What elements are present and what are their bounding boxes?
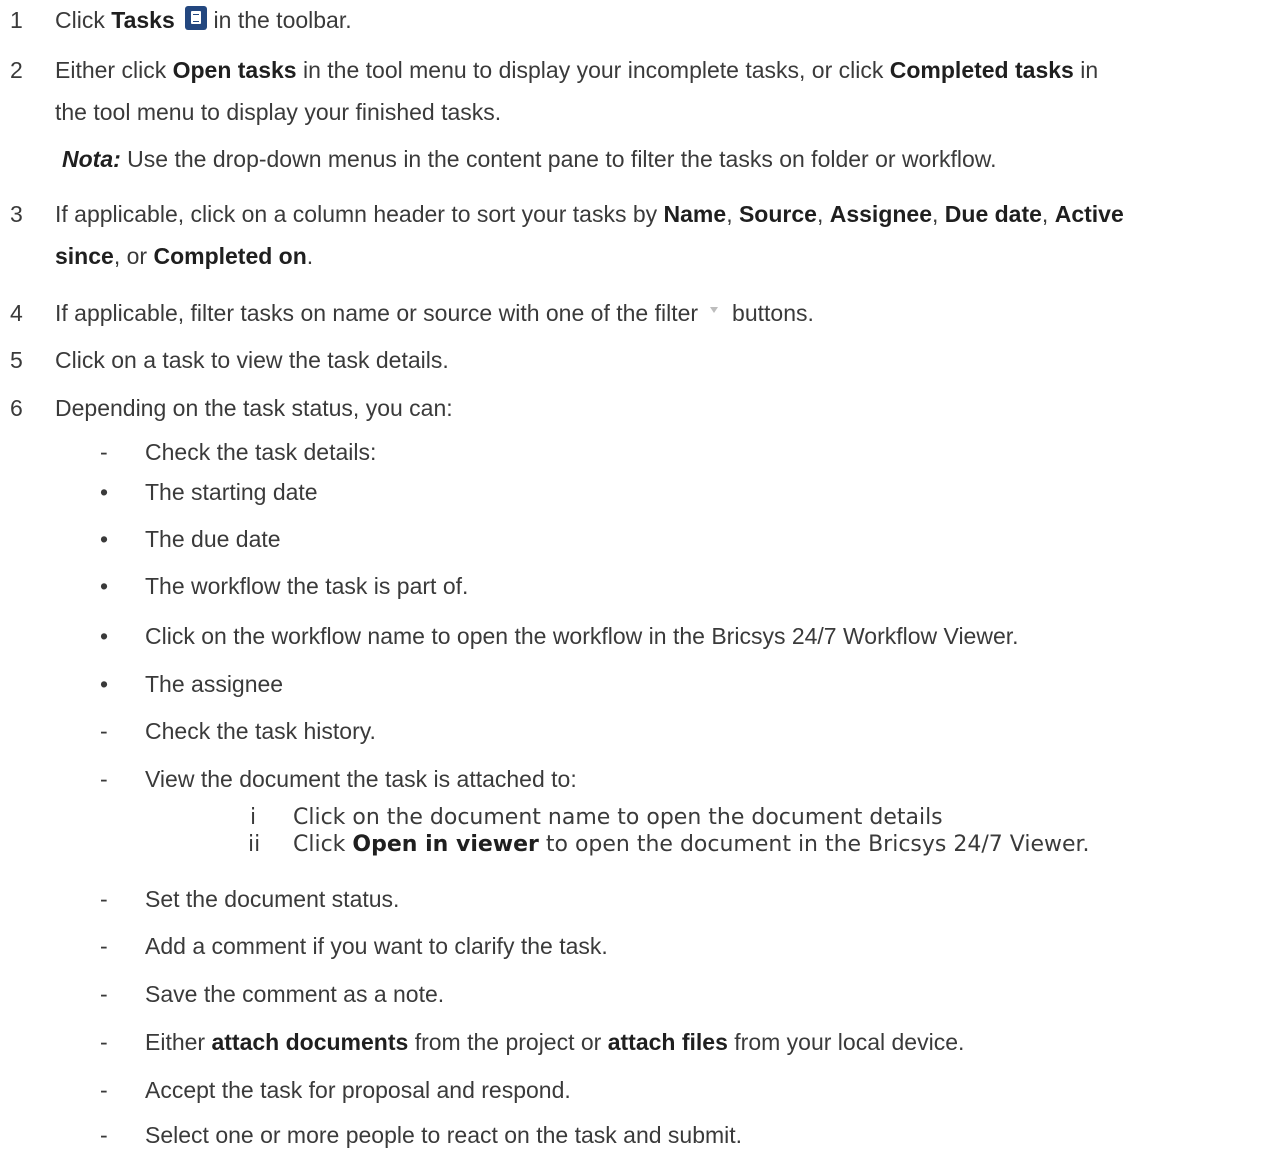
step-text: Depending on the task status, you can:: [55, 395, 453, 421]
step-text: buttons.: [732, 300, 814, 326]
note-label: Nota:: [62, 146, 121, 172]
dot-marker: •: [100, 479, 109, 505]
item-text: Check the task details:: [145, 439, 377, 465]
attach-files-label: attach files: [607, 1029, 728, 1055]
dash-marker: -: [100, 1077, 108, 1103]
dash-marker: -: [100, 439, 108, 465]
sub-number: i: [250, 805, 257, 830]
step-number: 1: [10, 7, 23, 33]
tasks-label: Tasks: [111, 7, 175, 33]
dash-marker: -: [100, 718, 108, 744]
dot-marker: •: [100, 526, 109, 552]
clipboard-icon: [185, 6, 208, 30]
dot-marker: •: [100, 671, 109, 697]
due-date-label: Due date: [944, 201, 1042, 227]
filter-icon: [710, 307, 719, 313]
item-text: Add a comment if you want to clarify the…: [145, 933, 608, 959]
item-text: The assignee: [145, 671, 284, 697]
dash-marker: -: [100, 981, 108, 1007]
assignee-label: Assignee: [829, 201, 932, 227]
step-text: If applicable, click on a column header …: [55, 201, 658, 227]
dash-marker: -: [100, 766, 108, 792]
item-text: from your local device.: [734, 1029, 965, 1055]
item-text: Accept the task for proposal and respond…: [145, 1077, 571, 1103]
note: Nota: Use the drop-down menus in the con…: [62, 144, 997, 174]
note-text: Use the drop-down menus in the content p…: [127, 146, 997, 172]
item-text: Click on the workflow name to open the w…: [145, 623, 1019, 649]
attach-documents-label: attach documents: [211, 1029, 409, 1055]
open-tasks-label: Open tasks: [172, 57, 297, 83]
dot-marker: •: [100, 623, 109, 649]
item-text: View the document the task is attached t…: [145, 766, 577, 792]
item-text: The workflow the task is part of.: [145, 573, 469, 599]
completed-on-label: Completed on: [153, 243, 307, 269]
open-in-viewer-label: Open in viewer: [352, 832, 539, 857]
dash-marker: -: [100, 886, 108, 912]
item-text: from the project or: [414, 1029, 602, 1055]
item-text: Save the comment as a note.: [145, 981, 445, 1007]
step-text: in: [1080, 57, 1099, 83]
step-text: in the tool menu to display your incompl…: [302, 57, 884, 83]
step-text: in the toolbar.: [213, 7, 352, 33]
step-text: Click on a task to view the task details…: [55, 347, 449, 373]
item-text: Check the task history.: [145, 718, 376, 744]
item-text: Click on the document name to open the d…: [293, 805, 943, 830]
step-text: or: [126, 243, 148, 269]
step-number: 2: [10, 57, 23, 83]
dot-marker: •: [100, 573, 109, 599]
step-number: 6: [10, 395, 23, 421]
step-text: Click: [55, 7, 105, 33]
item-text: Click: [293, 832, 346, 857]
completed-tasks-label: Completed tasks: [889, 57, 1074, 83]
item-text: to open the document in the Bricsys 24/7…: [545, 832, 1090, 857]
step-text: If applicable, filter tasks on name or s…: [55, 300, 699, 326]
since-label: since: [55, 243, 114, 269]
step-text: Either click: [55, 57, 167, 83]
source-label: Source: [738, 201, 817, 227]
dash-marker: -: [100, 933, 108, 959]
step-number: 4: [10, 300, 23, 326]
item-text: Either: [145, 1029, 206, 1055]
name-label: Name: [663, 201, 727, 227]
item-text: The due date: [145, 526, 281, 552]
step-number: 5: [10, 347, 23, 373]
dash-marker: -: [100, 1029, 108, 1055]
sub-number: ii: [248, 832, 261, 857]
item-text: Select one or more people to react on th…: [145, 1122, 743, 1148]
active-label: Active: [1054, 201, 1124, 227]
step-number: 3: [10, 201, 23, 227]
dash-marker: -: [100, 1122, 108, 1148]
step-3-continued: since, or Completed on.: [55, 243, 314, 269]
item-text: The starting date: [145, 479, 318, 505]
step-2-continued: the tool menu to display your finished t…: [55, 99, 502, 125]
item-text: Set the document status.: [145, 886, 400, 912]
